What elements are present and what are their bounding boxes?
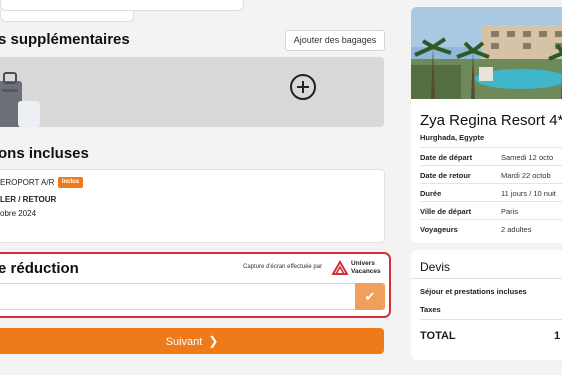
divider: [411, 278, 562, 279]
quote-stay-label: Séjour et prestations incluses: [420, 287, 527, 296]
included-badge: Inclus: [58, 177, 83, 188]
total-label: TOTAL: [420, 330, 456, 342]
quote-title: Devis: [420, 260, 451, 274]
quote-card: Devis Séjour et prestations incluses Tax…: [411, 250, 562, 360]
next-button[interactable]: Suivant ❯: [0, 328, 384, 354]
info-value: Paris: [501, 207, 519, 216]
info-row-duration: Durée 11 jours / 10 nuit: [420, 183, 562, 202]
info-value: Mardi 22 octob: [501, 171, 551, 180]
info-row-travellers: Voyageurs 2 adultes: [420, 219, 562, 238]
brand-line-2: Vacances: [351, 268, 381, 275]
add-bags-button[interactable]: Ajouter des bagages: [285, 30, 385, 51]
previous-card-bottom: [0, 0, 244, 11]
promo-title: e réduction: [0, 260, 79, 277]
flight-date: obre 2024: [0, 209, 37, 218]
info-label: Voyageurs: [420, 225, 458, 234]
flight-label: LER / RETOUR: [0, 195, 57, 204]
chevron-right-icon: ❯: [208, 334, 219, 348]
hotel-summary-card: Zya Regina Resort 4* Hurghada, Egypte Da…: [411, 7, 562, 243]
info-row-return-date: Date de retour Mardi 22 octob: [420, 165, 562, 184]
add-luggage-plus-icon[interactable]: [290, 74, 316, 100]
divider: [420, 319, 562, 320]
hotel-location: Hurghada, Egypte: [420, 133, 485, 142]
info-value: 2 adultes: [501, 225, 532, 234]
quote-taxes-label: Taxes: [420, 305, 441, 314]
previous-card-bottom-right: [0, 11, 134, 22]
univers-vacances-logo-icon: [332, 260, 348, 275]
apply-promo-button[interactable]: ✔: [355, 283, 385, 310]
luggage-banner: [0, 57, 384, 127]
inclusions-title: ons incluses: [0, 145, 89, 162]
suitcase-icon: [0, 72, 40, 127]
info-value: 11 jours / 10 nuit: [501, 189, 556, 198]
info-value: Samedi 12 octo: [501, 153, 554, 162]
capture-note: Capture d'écran effectuée par: [243, 264, 323, 270]
hotel-name: Zya Regina Resort 4*: [420, 112, 562, 129]
brand-name: Univers Vacances: [351, 260, 381, 276]
brand-line-1: Univers: [351, 260, 375, 267]
options-title: s supplémentaires: [0, 31, 130, 48]
next-button-label: Suivant: [165, 336, 203, 348]
info-label: Date de départ: [420, 153, 473, 162]
transfer-label: EROPORT A/R: [0, 178, 55, 187]
info-label: Durée: [420, 189, 442, 198]
total-value: 1: [554, 330, 561, 342]
info-label: Date de retour: [420, 171, 471, 180]
info-label: Ville de départ: [420, 207, 472, 216]
info-row-departure-date: Date de départ Samedi 12 octo: [420, 147, 562, 166]
promo-code-input[interactable]: [0, 283, 355, 310]
info-row-departure-city: Ville de départ Paris: [420, 201, 562, 220]
hotel-photo: [411, 7, 562, 99]
